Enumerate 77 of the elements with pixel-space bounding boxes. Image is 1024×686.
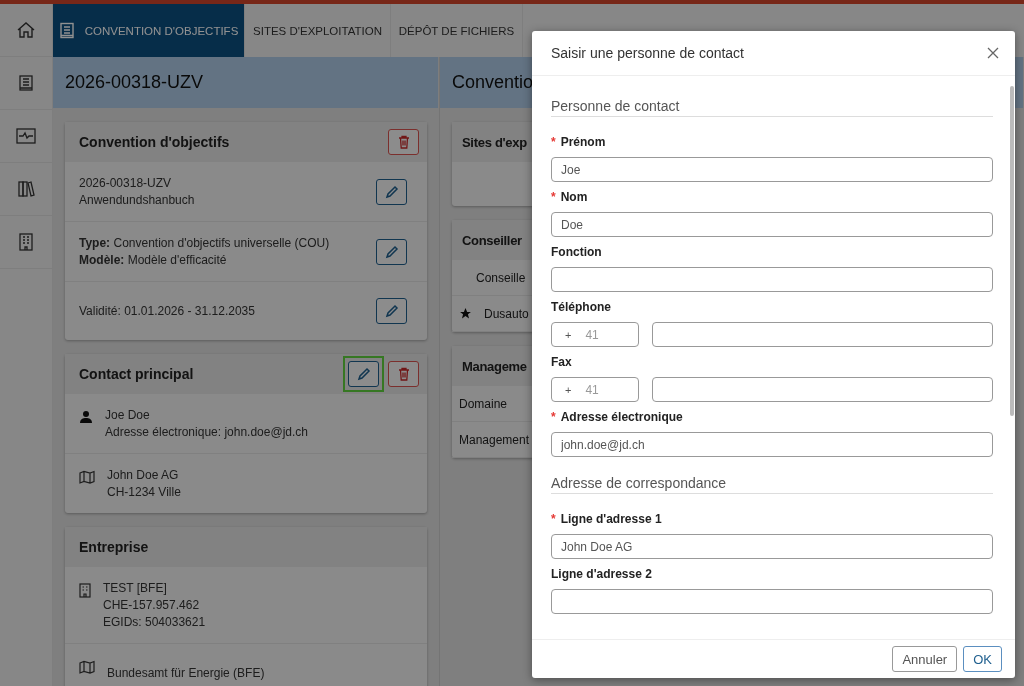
- dialog-title: Saisir une personne de contact: [551, 45, 744, 61]
- section-title: Conventio: [452, 72, 534, 93]
- field-label: Ligne d'adresse 1: [560, 512, 662, 526]
- trash-icon: [397, 135, 410, 149]
- required-marker: *: [551, 410, 556, 424]
- home-icon[interactable]: [16, 20, 36, 40]
- section-heading: Adresse de correspondance: [551, 475, 993, 494]
- tab[interactable]: CONVENTION D'OBJECTIFS: [53, 4, 245, 57]
- field-label: Prénom: [560, 135, 606, 149]
- card-text: Bundesamt für Energie (BFE): [107, 666, 266, 680]
- card-text: CHE-157.957.462: [103, 598, 201, 612]
- pencil-icon: [384, 304, 399, 318]
- card-text: TEST [BFE]: [103, 581, 168, 595]
- edit-button[interactable]: [376, 178, 407, 205]
- library-icon[interactable]: [17, 180, 35, 198]
- input-field[interactable]: Doe: [551, 212, 993, 237]
- field-label: Nom: [560, 190, 588, 204]
- card-text: John Doe AG: [107, 468, 180, 482]
- input-field[interactable]: John Doe AG: [551, 534, 993, 559]
- field-label: Ligne d'adresse 2: [551, 567, 652, 581]
- card-text: Joe Doe: [105, 408, 151, 422]
- card-title: Conseiller: [462, 232, 522, 248]
- input-field[interactable]: john.doe@jd.ch: [551, 432, 993, 457]
- edit-button[interactable]: [376, 298, 407, 324]
- card-text: Modèle: Modèle d'efficacité: [79, 253, 228, 267]
- trash-icon: [397, 367, 410, 381]
- pencil-icon: [356, 367, 371, 381]
- person-icon: [79, 410, 93, 424]
- pencil-icon: [384, 244, 399, 259]
- field-label: Téléphone: [551, 300, 611, 314]
- cancel-button[interactable]: Annuler: [892, 646, 958, 672]
- building-icon[interactable]: [18, 233, 34, 251]
- card-title: Contact principal: [79, 366, 194, 382]
- country-code-field[interactable]: + 41: [551, 322, 639, 347]
- section-heading: Personne de contact: [551, 98, 993, 117]
- map-icon: [79, 660, 95, 674]
- input-field[interactable]: [551, 589, 993, 614]
- card-title: Sites d'exp: [462, 134, 527, 150]
- building-icon: [79, 583, 91, 598]
- input-field[interactable]: [551, 267, 993, 292]
- delete-button[interactable]: [388, 361, 419, 387]
- card-text: Management: [459, 432, 530, 447]
- card-text: Anwendundshanbuch: [79, 193, 196, 207]
- close-icon[interactable]: [987, 47, 999, 59]
- delete-button[interactable]: [388, 129, 419, 155]
- field-label: Adresse électronique: [560, 410, 683, 424]
- book-icon: [58, 21, 75, 40]
- card-text: EGIDs: 504033621: [103, 615, 207, 629]
- card-text: Validité: 01.01.2026 - 31.12.2035: [79, 304, 256, 318]
- card-title: Convention d'objectifs: [79, 134, 230, 150]
- field-label: Fonction: [551, 245, 602, 259]
- record-title: 2026-00318-UZV: [65, 72, 204, 93]
- card-text: Conseille: [476, 270, 526, 285]
- required-marker: *: [551, 135, 556, 149]
- input-field[interactable]: [652, 377, 993, 402]
- card-text: Dusauto: [484, 306, 529, 321]
- star-icon: [459, 307, 472, 320]
- input-field[interactable]: Joe: [551, 157, 993, 182]
- required-marker: *: [551, 512, 556, 526]
- required-marker: *: [551, 190, 556, 204]
- map-icon: [79, 470, 95, 484]
- scrollbar-thumb[interactable]: [1010, 86, 1014, 416]
- input-field[interactable]: [652, 322, 993, 347]
- card-text: CH-1234 Ville: [107, 485, 182, 499]
- book-icon[interactable]: [17, 74, 35, 92]
- edit-button[interactable]: [376, 238, 407, 265]
- card-text: Type: Convention d'objectifs universelle (COU): [79, 236, 331, 250]
- card-text: Adresse électronique: john.doe@jd.ch: [105, 425, 309, 439]
- ok-button[interactable]: OK: [963, 646, 1002, 672]
- pencil-icon: [384, 184, 399, 199]
- field-label: Fax: [551, 355, 572, 369]
- country-code-field[interactable]: + 41: [551, 377, 639, 402]
- card-text: Domaine: [459, 396, 508, 411]
- card-title: Manageme: [462, 358, 527, 374]
- card-title: Entreprise: [79, 539, 149, 555]
- monitor-icon[interactable]: [16, 128, 36, 144]
- card-text: 2026-00318-UZV: [79, 176, 173, 190]
